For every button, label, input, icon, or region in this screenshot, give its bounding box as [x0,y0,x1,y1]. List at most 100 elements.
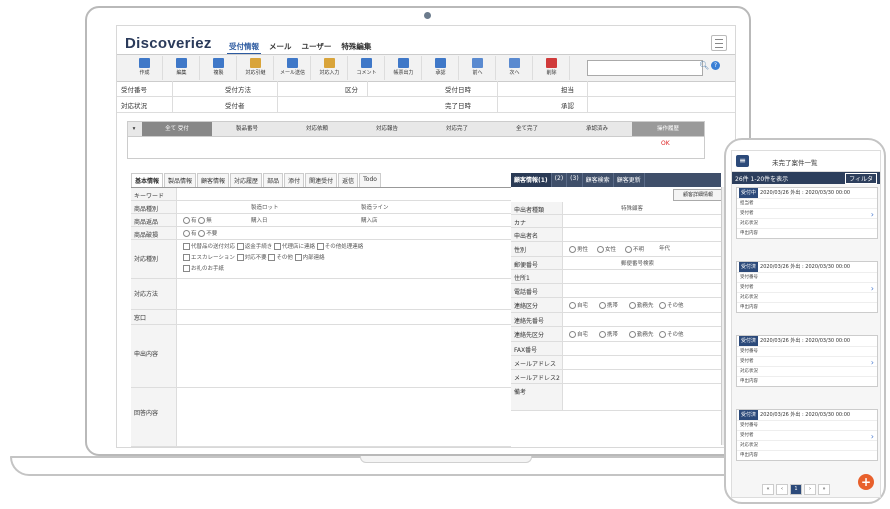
tab-mail[interactable]: メール [267,40,294,55]
pager-last[interactable]: » [818,484,830,495]
toolbar-button[interactable]: 作成 [127,56,163,80]
contact-radio[interactable]: 勤務先 [629,330,654,338]
tab-basic[interactable]: 基本情報 [131,173,164,187]
form-row-category: 対応種別 代替品の送付対応 返金手続き 代理店に連絡 その他処理連絡 エスカレー… [131,240,511,279]
toolbar-button[interactable]: 承認 [423,56,459,80]
gender-radio[interactable]: 男性 [569,245,588,253]
app-logo: Discoveriez [125,35,212,52]
field-label: メールアドレス [511,356,563,369]
status-badge: 受付済 [739,410,759,420]
tab-attach[interactable]: 添付 [284,173,305,187]
chevron-right-icon[interactable]: › [871,358,874,367]
toolbar-icon [361,58,372,68]
phone-title: 未完了案件一覧 [772,159,818,167]
tab-customer-2[interactable]: (2) [552,173,568,187]
main-nav: 受付情報 メール ユーザー 特殊編集 [227,40,373,55]
tab-todo[interactable]: Todo [359,173,381,187]
field-label: 連絡区分 [511,298,563,312]
laptop-notch [360,456,532,463]
card-field: 対応状況 [737,366,877,376]
chevron-right-icon[interactable]: › [871,284,874,293]
case-card[interactable]: 受付済 2020/03/26 外出 : 2020/03/30 00:00 受付番号受… [736,409,878,461]
help-icon[interactable]: ? [711,61,720,70]
card-title: 2020/03/26 外出 : 2020/03/30 00:00 [760,338,851,344]
toolbar-button[interactable]: メール送信 [275,56,311,80]
field-label: 備考 [511,384,563,410]
gender-radio[interactable]: 不明 [625,245,644,253]
status-step: 全て完了 [515,126,538,132]
field-text: 郵便番号検索 [621,261,655,267]
toolbar-icon [176,58,187,68]
status-badge: 受付中 [739,188,759,198]
form-row-return: 商品返品 有 無 購入日 購入店 [131,214,511,227]
field-label: 商品種別 [131,201,177,213]
tab-related[interactable]: 関連受付 [305,173,338,187]
menu-icon[interactable]: ≡ [736,155,749,167]
toolbar-button[interactable]: 複製 [201,56,237,80]
contact-radio[interactable]: 携帯 [599,301,618,309]
tab-customer-search[interactable]: 顧客検索 [583,173,614,187]
collapse-icon[interactable]: ▾ [128,122,140,136]
toolbar-button[interactable]: 帳票出力 [386,56,422,80]
tab-customer[interactable]: 顧客情報 [197,173,230,187]
toolbar-button[interactable]: 対応入力 [312,56,348,80]
tab-parts[interactable]: 部品 [263,173,284,187]
category-checkbox-group[interactable]: 代替品の送付対応 返金手続き 代理店に連絡 その他処理連絡 エスカレーション 対… [183,242,503,275]
tab-history[interactable]: 対応履歴 [230,173,263,187]
contact-radio[interactable]: 携帯 [599,330,618,338]
menu-icon[interactable] [711,35,727,51]
right-form-row: カナ [511,215,721,228]
info-label: 受付番号 [121,86,147,94]
gender-radio[interactable]: 女性 [597,245,616,253]
chevron-right-icon[interactable]: › [871,432,874,441]
filter-button[interactable]: フィルタ [845,173,877,184]
toolbar-button[interactable]: 次へ [497,56,533,80]
damage-radio-group[interactable]: 有 不要 [183,229,217,237]
card-field: 受付番号 [737,420,877,430]
pager-page[interactable]: 1 [790,484,802,495]
right-form-row: 電話番号 [511,284,721,298]
tab-customer-update[interactable]: 顧客更新 [614,173,645,187]
field-label: 対応方法 [131,279,177,309]
pager-next[interactable]: › [804,484,816,495]
tab-user[interactable]: ユーザー [300,40,334,55]
tab-reception[interactable]: 受付情報 [227,40,261,55]
tab-product[interactable]: 製品情報 [164,173,197,187]
field-label: FAX番号 [511,342,563,355]
status-step: 対応報告 [375,126,398,132]
toolbar-button[interactable]: 削除 [534,56,570,80]
tab-reply[interactable]: 返信 [338,173,359,187]
pager-prev[interactable]: ‹ [776,484,788,495]
customer-detail-button[interactable]: 顧客詳細情報 [673,189,723,201]
tab-customer-1[interactable]: 顧客情報(1) [511,173,552,187]
search-input[interactable] [587,60,703,76]
field-label: 連絡先区分 [511,327,563,341]
toolbar-button[interactable]: 前へ [460,56,496,80]
case-card[interactable]: 受付中 2020/03/26 外出 : 2020/03/30 00:00 担当者 受付… [736,187,878,239]
toolbar-button[interactable]: コメント [349,56,385,80]
card-field: 申出内容 [737,450,877,460]
status-steps: ▾ 全て 受付 製品番号 対応依頼 対応報告 対応完了 全て完了 承認済み 操作… [127,121,705,137]
contact-radio[interactable]: 自宅 [569,330,588,338]
toolbar-button-label: 編集 [176,70,187,76]
toolbar-button[interactable]: 対応引継 [238,56,274,80]
tab-special[interactable]: 特殊編集 [339,40,373,55]
card-field: 受付者 [737,208,877,218]
contact-radio[interactable]: 勤務先 [629,301,654,309]
search-icon[interactable]: 🔍︎ [699,61,709,70]
case-card[interactable]: 受付済 2020/03/26 外出 : 2020/03/30 00:00 受付番号受… [736,335,878,387]
right-form-row: 申出者名 [511,228,721,242]
field-label: 申出内容 [131,325,177,387]
case-card[interactable]: 受付済 2020/03/26 外出 : 2020/03/30 00:00 受付番号受… [736,261,878,313]
contact-radio[interactable]: その他 [659,330,684,338]
contact-radio[interactable]: その他 [659,301,684,309]
toolbar-icon [213,58,224,68]
pager-first[interactable]: « [762,484,774,495]
toolbar-button[interactable]: 編集 [164,56,200,80]
add-button[interactable]: + [858,474,874,490]
right-form-row: 郵便番号 郵便番号検索 [511,257,721,270]
chevron-right-icon[interactable]: › [871,210,874,219]
tab-customer-3[interactable]: (3) [567,173,583,187]
contact-radio[interactable]: 自宅 [569,301,588,309]
return-radio-group[interactable]: 有 無 [183,216,212,224]
